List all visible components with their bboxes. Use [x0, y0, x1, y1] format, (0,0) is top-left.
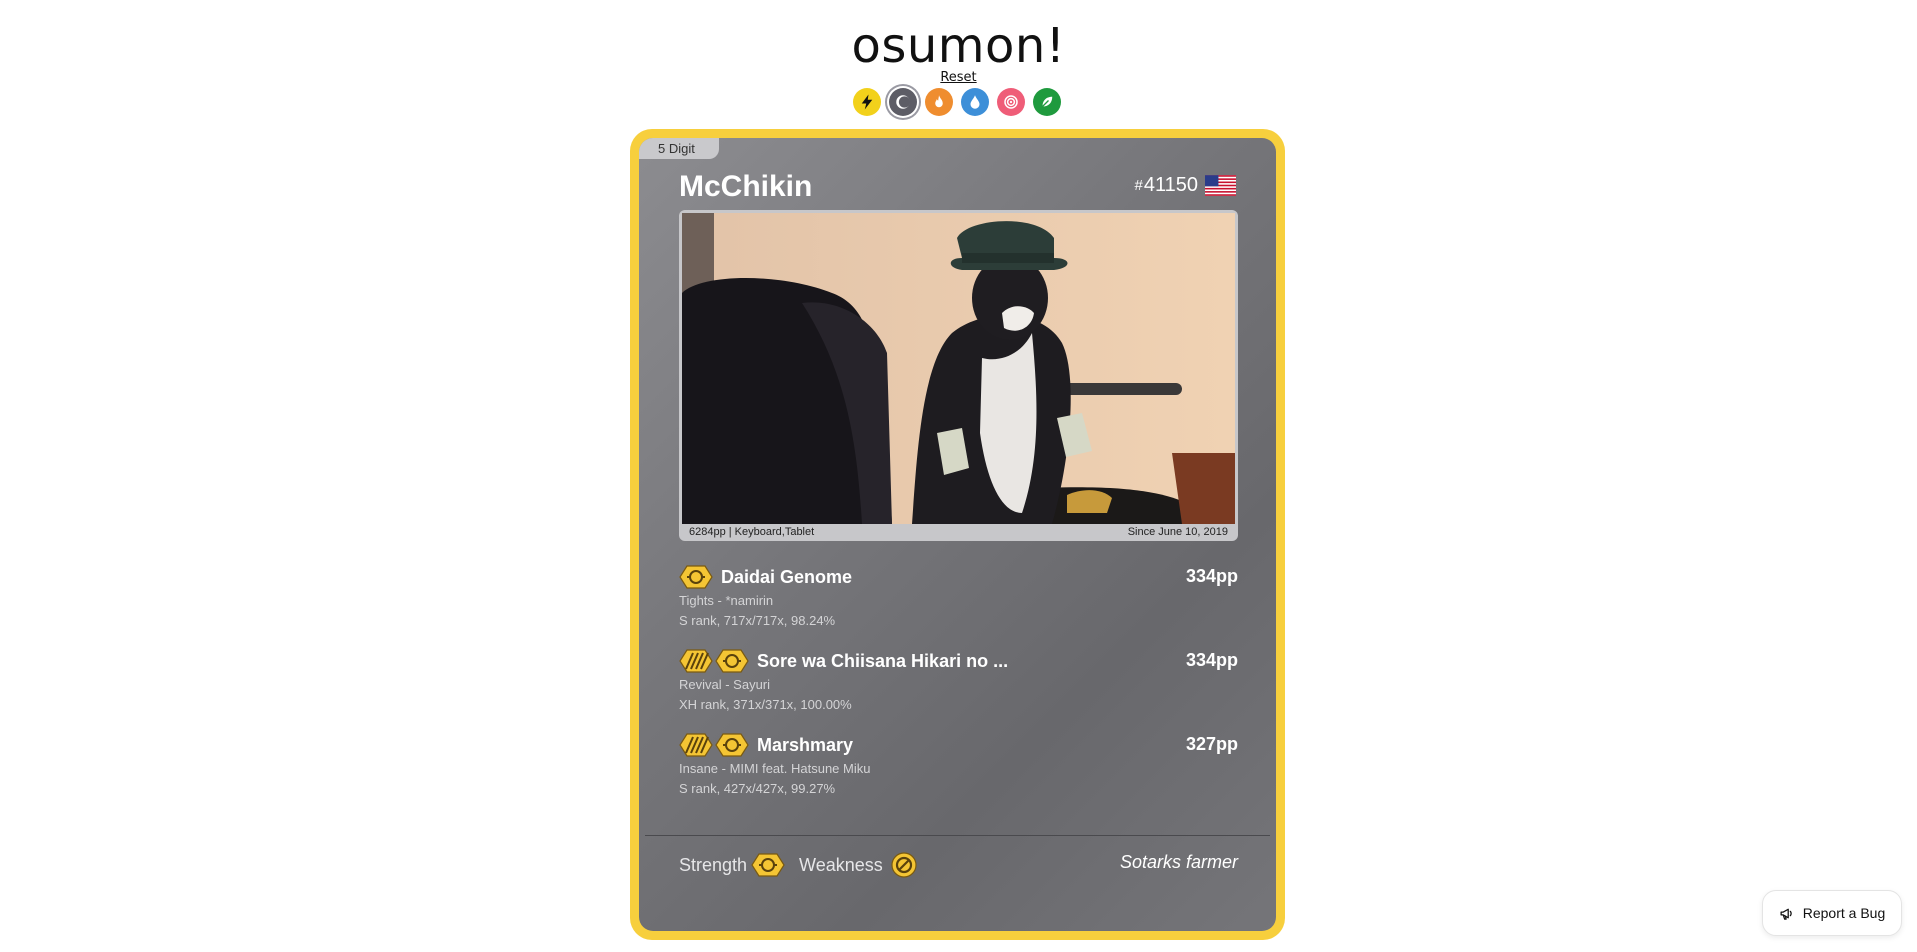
type-dark-button[interactable] [889, 88, 917, 116]
moon-icon [896, 95, 911, 109]
megaphone-icon [1780, 908, 1792, 920]
player-card: 5 Digit McChikin # 41150 6284pp | Keyboa… [630, 129, 1285, 940]
beatmap-title: Marshmary [757, 734, 854, 755]
hd-mod-icon [679, 649, 713, 673]
card-divider [645, 835, 1270, 836]
type-electric-button[interactable] [853, 88, 881, 116]
join-date: Since June 10, 2019 [1127, 526, 1228, 538]
rank-number: 41150 [1143, 174, 1198, 196]
dt-mod-icon [679, 565, 713, 589]
beatmap-difficulty: Tights - *namirin [679, 593, 774, 608]
avatar-caption: 6284pp | Keyboard,Tablet Since June 10, … [679, 524, 1238, 541]
type-fire-button[interactable] [925, 88, 953, 116]
card-footer: Strength Weakness Sotarks farmer [679, 850, 1238, 880]
play-stats: 6284pp | Keyboard,Tablet [689, 526, 815, 538]
score-details: XH rank, 371x/371x, 100.00% [679, 697, 852, 712]
top-play-1: Daidai Genome 334pp Tights - *namirin S … [679, 563, 1238, 647]
beatmap-title: Sore wa Chiisana Hikari no ... [757, 650, 1009, 671]
score-details: S rank, 717x/717x, 98.24% [679, 613, 836, 628]
avatar [682, 213, 1235, 524]
beatmap-title: Daidai Genome [721, 566, 853, 587]
score-details: S rank, 427x/427x, 99.27% [679, 781, 836, 796]
report-bug-label: Report a Bug [1802, 905, 1886, 921]
top-play-2: Sore wa Chiisana Hikari no ... 334pp Rev… [679, 647, 1238, 731]
weakness-label: Weakness [799, 854, 883, 875]
leaf-icon [1042, 96, 1053, 107]
dt-mod-icon [715, 649, 749, 673]
dt-mod-icon [715, 733, 749, 757]
top-play-3: Marshmary 327pp Insane - MIMI feat. Hats… [679, 731, 1238, 815]
player-title: Sotarks farmer [1119, 852, 1238, 872]
lightning-icon [861, 94, 873, 110]
beatmap-difficulty: Insane - MIMI feat. Hatsune Miku [679, 761, 871, 776]
type-filter-bar [853, 88, 1061, 116]
type-grass-button[interactable] [1033, 88, 1061, 116]
app-title: osumon! [851, 18, 1066, 74]
strength-label: Strength [679, 854, 748, 875]
water-drop-icon [970, 95, 980, 109]
us-flag-icon [1205, 175, 1236, 196]
rarity-tag: 5 Digit [639, 138, 719, 159]
score-pp: 327pp [1185, 734, 1238, 754]
type-psychic-button[interactable] [997, 88, 1025, 116]
card-body: 5 Digit McChikin # 41150 6284pp | Keyboa… [639, 138, 1276, 931]
beatmap-difficulty: Revival - Sayuri [679, 677, 771, 692]
hd-mod-icon [679, 733, 713, 757]
dt-mod-icon [751, 853, 785, 877]
top-plays: Daidai Genome 334pp Tights - *namirin S … [679, 563, 1238, 815]
fire-icon [935, 95, 943, 108]
rank-hash: # [1134, 177, 1143, 194]
player-rank: # 41150 [1135, 174, 1236, 197]
cat-photo [682, 213, 1235, 524]
psychic-swirl-icon [1004, 95, 1018, 109]
report-bug-button[interactable]: Report a Bug [1762, 890, 1902, 936]
player-name: McChikin [679, 170, 813, 203]
avatar-frame: 6284pp | Keyboard,Tablet Since June 10, … [679, 210, 1238, 541]
score-pp: 334pp [1185, 650, 1238, 670]
no-mod-icon [891, 852, 917, 878]
reset-link[interactable]: Reset [940, 70, 976, 85]
score-pp: 334pp [1185, 566, 1238, 586]
type-water-button[interactable] [961, 88, 989, 116]
